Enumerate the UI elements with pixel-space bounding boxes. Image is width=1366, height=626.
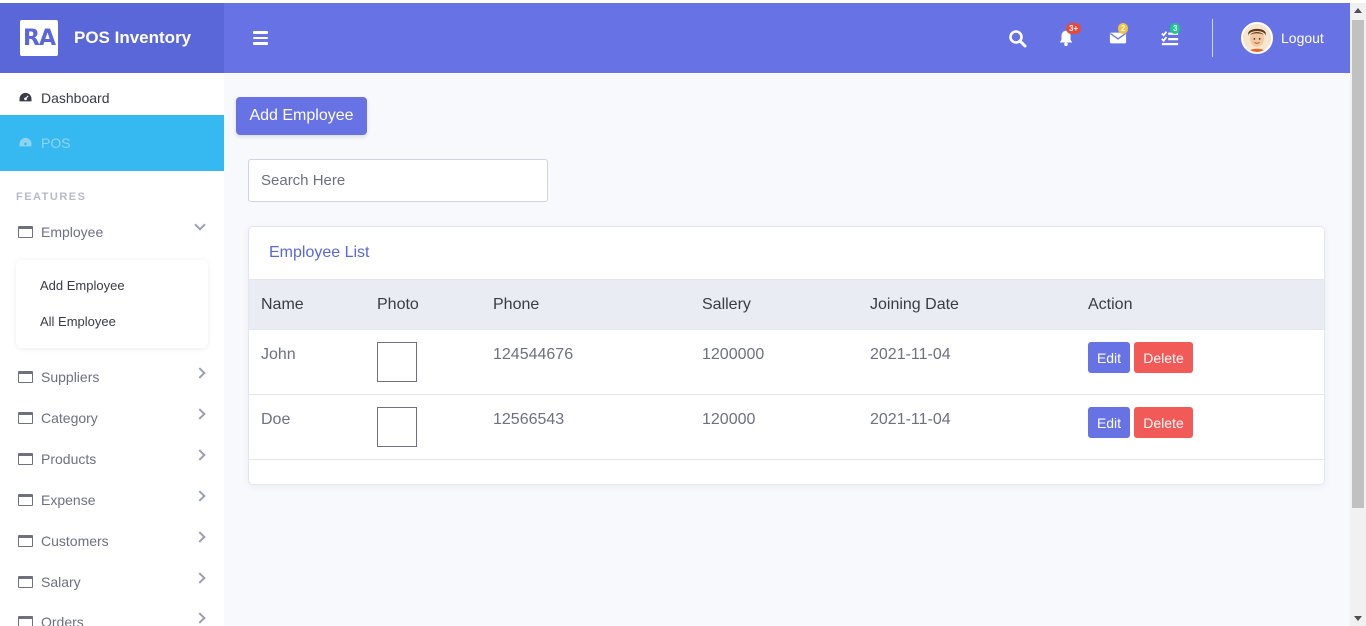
cell-salary: 120000	[702, 411, 756, 428]
menu-icon[interactable]	[253, 31, 268, 45]
avatar[interactable]	[1241, 22, 1273, 54]
topbar: 3+ 2 3 Logout	[224, 3, 1350, 73]
sidebar-item-pos[interactable]: POS	[0, 115, 224, 171]
search-input[interactable]	[248, 159, 548, 202]
sidebar-item-label: Category	[41, 409, 98, 426]
brand-logo: RA	[20, 20, 58, 56]
column-header-phone: Phone	[493, 296, 540, 313]
alerts-dropdown[interactable]: 3+	[1057, 23, 1082, 49]
sidebar-item-label: Customers	[41, 532, 109, 549]
sidebar-section-heading: FEATURES	[16, 191, 87, 203]
column-header-joining-date: Joining Date	[870, 296, 959, 313]
chevron-right-icon	[194, 408, 206, 420]
scroll-up-arrow-icon[interactable]	[1354, 8, 1362, 13]
window-icon	[18, 615, 33, 626]
chevron-right-icon	[194, 612, 206, 624]
user-avatar-icon	[1243, 24, 1271, 52]
employee-submenu: Add Employee All Employee	[16, 260, 208, 348]
add-employee-button[interactable]: Add Employee	[236, 97, 367, 135]
table-row: John 124544676 1200000 2021-11-04 Edit D…	[249, 330, 1324, 395]
sidebar-item-label: Salary	[41, 573, 81, 590]
cell-phone: 124544676	[493, 346, 574, 363]
sidebar-item-customers[interactable]: Customers	[0, 520, 224, 561]
page-scrollbar[interactable]	[1350, 3, 1366, 626]
employee-list-card: Employee List Name Photo Phone Sallery J…	[248, 226, 1325, 485]
table-header: Name Photo Phone Sallery Joining Date Ac…	[249, 279, 1324, 330]
edit-button[interactable]: Edit	[1088, 407, 1130, 438]
delete-button[interactable]: Delete	[1134, 342, 1193, 373]
cell-salary: 1200000	[702, 346, 765, 363]
brand-name: POS Inventory	[74, 28, 192, 47]
tachometer-icon	[19, 137, 32, 147]
window-icon	[18, 534, 33, 547]
sidebar-item-dashboard[interactable]: Dashboard	[0, 81, 224, 115]
submenu-item-add-employee[interactable]: Add Employee	[40, 278, 125, 293]
cell-joining-date: 2021-11-04	[870, 346, 951, 363]
employee-photo	[377, 342, 417, 382]
column-header-salary: Sallery	[702, 296, 751, 313]
window-icon	[18, 575, 33, 588]
brand[interactable]: RA POS Inventory	[0, 3, 224, 73]
sidebar-item-label: Suppliers	[41, 368, 100, 385]
submenu-item-all-employee[interactable]: All Employee	[40, 314, 116, 329]
cell-name: John	[261, 346, 296, 363]
sidebar: Dashboard POS FEATURES Employee Add Empl…	[0, 73, 224, 626]
tachometer-icon	[19, 92, 32, 102]
messages-dropdown[interactable]: 2	[1109, 23, 1129, 49]
window-icon	[18, 493, 33, 506]
employee-photo	[377, 407, 417, 447]
scroll-thumb[interactable]	[1352, 20, 1364, 508]
sidebar-item-label: Orders	[41, 613, 84, 626]
cell-joining-date: 2021-11-04	[870, 411, 951, 428]
column-header-photo: Photo	[377, 296, 419, 313]
tasks-dropdown[interactable]: 3	[1161, 23, 1181, 49]
column-header-action: Action	[1088, 296, 1133, 313]
chevron-down-icon	[194, 219, 206, 231]
sidebar-item-employee[interactable]: Employee	[0, 211, 224, 252]
sidebar-item-category[interactable]: Category	[0, 397, 224, 438]
sidebar-item-suppliers[interactable]: Suppliers	[0, 356, 224, 397]
sidebar-item-label: Expense	[41, 491, 96, 508]
cell-name: Doe	[261, 411, 291, 428]
sidebar-item-label: Products	[41, 450, 97, 467]
cell-phone: 12566543	[493, 411, 565, 428]
sidebar-item-label: POS	[41, 135, 71, 151]
chevron-right-icon	[194, 531, 206, 543]
search-icon[interactable]	[1008, 29, 1028, 49]
window-icon	[18, 370, 33, 383]
window-icon	[18, 452, 33, 465]
sidebar-item-label: Dashboard	[41, 90, 110, 106]
delete-button[interactable]: Delete	[1134, 407, 1193, 438]
card-title: Employee List	[269, 244, 370, 261]
chevron-right-icon	[194, 572, 206, 584]
chevron-right-icon	[194, 490, 206, 502]
sidebar-item-orders[interactable]: Orders	[0, 601, 224, 626]
window-icon	[18, 225, 33, 238]
topbar-divider	[1212, 19, 1213, 57]
alerts-badge: 3+	[1066, 23, 1082, 34]
window-icon	[18, 411, 33, 424]
sidebar-item-products[interactable]: Products	[0, 438, 224, 479]
chevron-right-icon	[194, 367, 206, 379]
table-row: Doe 12566543 120000 2021-11-04 Edit Dele…	[249, 395, 1324, 460]
sidebar-item-salary[interactable]: Salary	[0, 561, 224, 602]
column-header-name: Name	[261, 296, 304, 313]
logout-link[interactable]: Logout	[1281, 30, 1324, 46]
chevron-right-icon	[194, 449, 206, 461]
sidebar-item-label: Employee	[41, 223, 104, 240]
sidebar-item-expense[interactable]: Expense	[0, 479, 224, 520]
scroll-down-arrow-icon[interactable]	[1354, 616, 1362, 621]
edit-button[interactable]: Edit	[1088, 342, 1130, 373]
